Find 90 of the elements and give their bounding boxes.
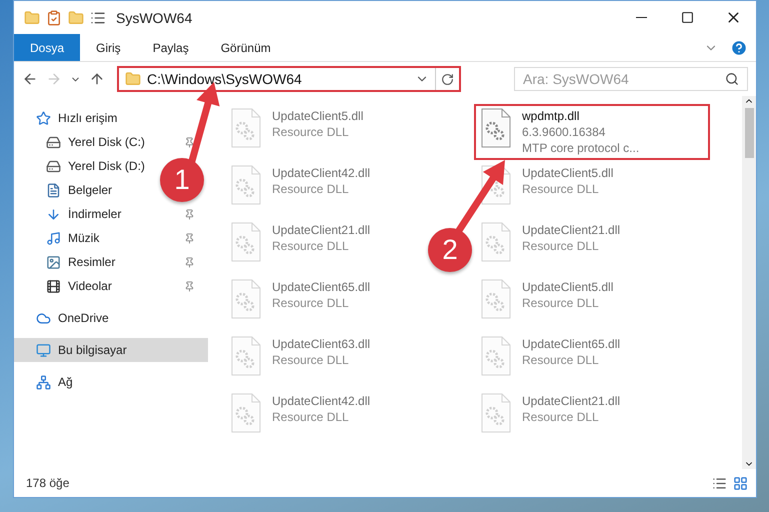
address-field[interactable]: C:\Windows\SysWOW64 xyxy=(117,66,461,92)
sidebar-item[interactable]: Hızlı erişim xyxy=(14,106,126,130)
file-name: UpdateClient42.dll xyxy=(272,393,370,409)
settings-file-icon xyxy=(480,108,512,148)
file-name: UpdateClient21.dll xyxy=(522,222,620,238)
file-detail: Resource DLL xyxy=(522,238,600,254)
file-name: UpdateClient5.dll xyxy=(522,165,614,181)
scrollbar-thumb[interactable] xyxy=(744,108,754,158)
settings-file-icon xyxy=(230,393,262,433)
minimize-icon xyxy=(636,17,646,18)
file-item[interactable]: UpdateClient5.dll Resource DLL xyxy=(224,104,370,150)
back-button[interactable] xyxy=(22,71,38,87)
folder-icon xyxy=(125,71,141,87)
file-detail: Resource DLL xyxy=(522,295,600,311)
settings-file-icon xyxy=(230,108,262,148)
settings-file-icon xyxy=(230,279,262,319)
sidebar-item[interactable]: OneDrive xyxy=(14,306,117,330)
settings-file-icon xyxy=(480,222,512,262)
search-icon xyxy=(725,72,739,86)
item-count: 178 öğe xyxy=(26,476,70,490)
file-item[interactable]: UpdateClient21.dll Resource DLL xyxy=(474,218,626,264)
file-item[interactable]: UpdateClient65.dll Resource DLL xyxy=(474,332,626,378)
download-icon xyxy=(46,206,61,222)
sidebar-item[interactable]: Yerel Disk (D:) xyxy=(14,154,153,178)
file-name: UpdateClient5.dll xyxy=(522,279,614,295)
refresh-icon xyxy=(441,72,454,86)
file-item[interactable]: UpdateClient21.dll Resource DLL xyxy=(224,218,376,264)
file-detail: Resource DLL xyxy=(272,238,350,254)
file-detail: MTP core protocol c... xyxy=(522,140,640,156)
file-detail: Resource DLL xyxy=(522,181,600,197)
file-name: UpdateClient65.dll xyxy=(272,279,370,295)
document-icon xyxy=(46,182,61,198)
file-name: UpdateClient21.dll xyxy=(272,222,370,238)
file-detail: Resource DLL xyxy=(522,352,600,368)
details-view-icon[interactable] xyxy=(712,476,727,490)
settings-file-icon xyxy=(480,336,512,376)
ribbon-tab[interactable]: Görünüm xyxy=(204,34,287,61)
settings-file-icon xyxy=(230,165,262,205)
file-detail: Resource DLL xyxy=(522,409,600,425)
file-detail: Resource DLL xyxy=(272,124,350,140)
picture-icon xyxy=(46,254,61,270)
file-detail: Resource DLL xyxy=(272,181,350,197)
file-name: UpdateClient21.dll xyxy=(522,393,620,409)
settings-file-icon xyxy=(230,336,262,376)
file-name: UpdateClient63.dll xyxy=(272,336,370,352)
file-detail: Resource DLL xyxy=(272,352,350,368)
file-name: wpdmtp.dll xyxy=(522,108,580,124)
sidebar-item[interactable]: Yerel Disk (C:) xyxy=(14,130,153,154)
file-item[interactable]: UpdateClient65.dll Resource DLL xyxy=(224,275,376,321)
maximize-icon xyxy=(680,11,694,24)
drive-icon xyxy=(46,134,61,150)
sidebar-item[interactable]: Ağ xyxy=(14,370,81,394)
sidebar-item[interactable]: Belgeler xyxy=(14,178,120,202)
file-item[interactable]: wpdmtp.dll 6.3.9600.16384 MTP core protocol c... xyxy=(474,104,710,160)
list-icon[interactable] xyxy=(90,10,106,26)
window-title: SysWOW64 xyxy=(116,10,192,26)
scrollbar[interactable] xyxy=(742,96,756,469)
settings-file-icon xyxy=(480,279,512,319)
settings-file-icon xyxy=(480,393,512,433)
file-item[interactable]: UpdateClient42.dll Resource DLL xyxy=(224,389,376,435)
sidebar-item[interactable]: Müzik xyxy=(14,226,108,250)
file-item[interactable]: UpdateClient5.dll Resource DLL xyxy=(474,275,620,321)
sidebar-item[interactable]: İndirmeler xyxy=(14,202,130,226)
star-icon xyxy=(36,110,51,126)
file-detail: Resource DLL xyxy=(272,409,350,425)
help-icon[interactable] xyxy=(730,38,748,56)
clipboard-icon[interactable] xyxy=(46,10,62,26)
file-name: UpdateClient5.dll xyxy=(272,108,364,124)
ribbon-tab[interactable]: Giriş xyxy=(80,34,137,61)
ribbon-tab[interactable]: Paylaş xyxy=(136,34,205,61)
file-item[interactable]: UpdateClient21.dll Resource DLL xyxy=(474,389,626,435)
file-name: UpdateClient42.dll xyxy=(272,165,370,181)
file-item[interactable]: UpdateClient63.dll Resource DLL xyxy=(224,332,376,378)
up-button[interactable] xyxy=(89,71,105,87)
film-icon xyxy=(46,278,61,294)
sidebar-item[interactable]: Resimler xyxy=(14,250,124,274)
sidebar-item[interactable]: Videolar xyxy=(14,274,120,298)
sidebar-item[interactable]: Bu bilgisayar xyxy=(14,338,208,362)
music-icon xyxy=(46,230,61,246)
cloud-icon xyxy=(36,310,51,326)
drive-icon xyxy=(46,158,61,174)
file-item[interactable]: UpdateClient42.dll Resource DLL xyxy=(224,161,376,207)
tiles-view-icon[interactable] xyxy=(733,476,748,490)
file-detail: 6.3.9600.16384 xyxy=(522,124,606,140)
file-name: UpdateClient65.dll xyxy=(522,336,620,352)
settings-file-icon xyxy=(230,222,262,262)
ribbon-tab[interactable]: Dosya xyxy=(14,34,80,61)
file-detail: Resource DLL xyxy=(272,295,350,311)
monitor-icon xyxy=(36,342,51,358)
network-icon xyxy=(36,374,51,390)
